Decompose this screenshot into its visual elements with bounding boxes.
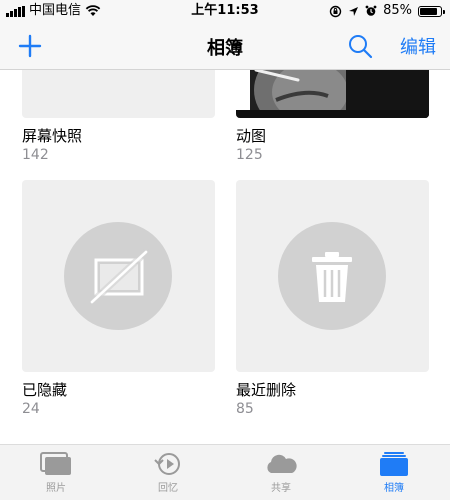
tab-bar: 照片 回忆 共享 相簿: [0, 444, 450, 500]
tab-shared[interactable]: 共享: [225, 445, 337, 501]
album-icon-circle: [278, 222, 386, 330]
tab-albums[interactable]: 相簿: [338, 445, 450, 501]
status-bar: 中国电信 上午11:53 85%: [0, 0, 450, 22]
battery-fill: [420, 7, 437, 15]
status-right: 85%: [329, 0, 445, 22]
album-name: 屏幕快照: [22, 127, 83, 145]
album-thumbnail[interactable]: [236, 70, 429, 118]
hidden-photo-icon: [88, 248, 150, 306]
album-name: 已隐藏: [22, 381, 68, 399]
location-icon: [349, 6, 359, 16]
album-name: 最近删除: [236, 381, 297, 399]
album-count: 125: [236, 147, 263, 163]
memories-icon: [154, 453, 180, 475]
navigation-bar: 相簿 编辑: [0, 22, 450, 70]
album-recently-deleted[interactable]: 最近删除 85: [236, 180, 429, 418]
tab-label: 共享: [271, 483, 291, 494]
search-icon[interactable]: [346, 32, 374, 60]
tab-label: 照片: [46, 483, 66, 494]
cloud-icon: [267, 454, 297, 473]
page-title: 相簿: [207, 38, 243, 59]
album-count: 142: [22, 147, 49, 163]
album-thumbnail[interactable]: [236, 180, 429, 372]
battery-percent: 85%: [383, 3, 412, 18]
album-thumbnail[interactable]: [22, 180, 215, 372]
tab-label: 回忆: [158, 483, 178, 494]
photos-icon: [40, 452, 71, 475]
battery-icon: [418, 5, 445, 17]
edit-button[interactable]: 编辑: [400, 33, 436, 59]
photo-thumb: [236, 70, 429, 118]
album-icon-circle: [64, 222, 172, 330]
album-grid: 屏幕快照 142 动图 125 已隐藏 24 最近删除 85: [0, 70, 450, 444]
album-hidden[interactable]: 已隐藏 24: [22, 180, 215, 418]
album-count: 24: [22, 401, 40, 417]
alarm-icon: [365, 5, 377, 16]
albums-icon: [380, 452, 408, 476]
album-screenshots[interactable]: 屏幕快照 142: [22, 70, 215, 164]
trash-icon: [312, 252, 352, 302]
album-count: 85: [236, 401, 254, 417]
tab-label: 相簿: [384, 483, 404, 494]
album-thumbnail[interactable]: [22, 70, 215, 118]
album-name: 动图: [236, 127, 267, 145]
tab-memories[interactable]: 回忆: [112, 445, 224, 501]
rotation-lock-icon: [329, 5, 342, 17]
tab-photos[interactable]: 照片: [0, 445, 112, 501]
album-animated[interactable]: 动图 125: [236, 70, 429, 164]
